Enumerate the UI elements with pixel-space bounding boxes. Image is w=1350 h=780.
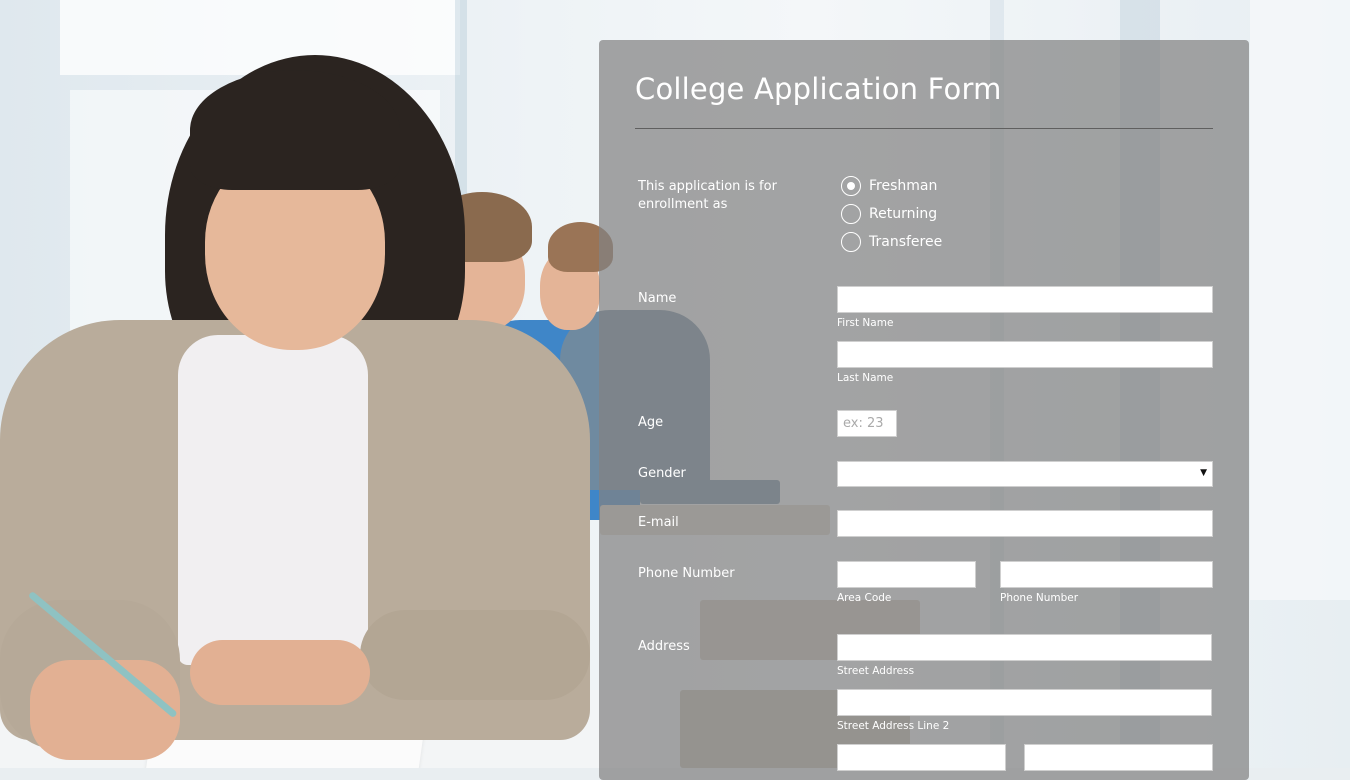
form-title: College Application Form bbox=[635, 72, 1002, 106]
city-input[interactable] bbox=[837, 744, 1006, 771]
radio-label-transferee: Transferee bbox=[869, 234, 943, 250]
radio-unchecked-icon[interactable] bbox=[841, 232, 861, 252]
area-code-sublabel: Area Code bbox=[837, 592, 892, 604]
address-label: Address bbox=[638, 639, 690, 654]
gender-select[interactable]: ▼ bbox=[837, 461, 1213, 487]
gender-label: Gender bbox=[638, 466, 686, 481]
area-code-input[interactable] bbox=[837, 561, 976, 588]
chevron-down-icon: ▼ bbox=[1200, 468, 1207, 478]
radio-transferee[interactable]: Transferee bbox=[841, 230, 942, 254]
radio-label-freshman: Freshman bbox=[869, 178, 938, 194]
age-label: Age bbox=[638, 415, 664, 430]
phone-number-sublabel: Phone Number bbox=[1000, 592, 1079, 604]
email-input[interactable] bbox=[837, 510, 1213, 537]
phone-number-input[interactable] bbox=[1000, 561, 1213, 588]
application-form-panel: College Application Form This applicatio… bbox=[599, 40, 1249, 780]
radio-checked-icon[interactable] bbox=[841, 176, 861, 196]
street-address-2-input[interactable] bbox=[837, 689, 1212, 716]
email-label: E-mail bbox=[638, 515, 679, 530]
last-name-input[interactable] bbox=[837, 341, 1213, 368]
age-input[interactable] bbox=[837, 410, 897, 437]
title-divider bbox=[635, 128, 1213, 129]
phone-label: Phone Number bbox=[638, 566, 735, 581]
name-label: Name bbox=[638, 291, 677, 306]
radio-unchecked-icon[interactable] bbox=[841, 204, 861, 224]
street-address-sublabel: Street Address bbox=[837, 665, 915, 677]
state-input[interactable] bbox=[1024, 744, 1213, 771]
radio-label-returning: Returning bbox=[869, 206, 938, 222]
first-name-input[interactable] bbox=[837, 286, 1213, 313]
enrollment-label: This application is for enrollment as bbox=[638, 179, 777, 212]
first-name-sublabel: First Name bbox=[837, 317, 894, 329]
last-name-sublabel: Last Name bbox=[837, 372, 894, 384]
street-address-input[interactable] bbox=[837, 634, 1212, 661]
radio-returning[interactable]: Returning bbox=[841, 202, 937, 226]
radio-freshman[interactable]: Freshman bbox=[841, 174, 937, 198]
street-address-2-sublabel: Street Address Line 2 bbox=[837, 720, 950, 732]
